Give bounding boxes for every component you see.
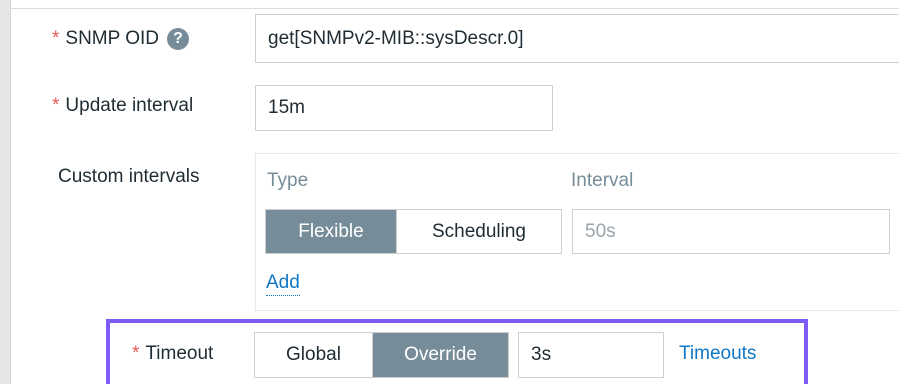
snmp-oid-label-text: SNMP OID bbox=[65, 28, 160, 49]
global-option[interactable]: Global bbox=[255, 333, 373, 377]
required-mark: * bbox=[52, 28, 60, 49]
timeout-mode-toggle: Global Override bbox=[254, 332, 509, 378]
divider bbox=[10, 8, 899, 9]
add-interval-link[interactable]: Add bbox=[266, 272, 300, 296]
add-interval-link-text[interactable]: Add bbox=[266, 272, 300, 296]
interval-input[interactable]: 50s bbox=[572, 209, 890, 254]
timeout-label: * Timeout bbox=[132, 343, 213, 365]
timeout-input[interactable]: 3s bbox=[518, 332, 664, 378]
custom-intervals-label: Custom intervals bbox=[58, 166, 200, 187]
scheduling-option[interactable]: Scheduling bbox=[397, 210, 561, 253]
required-mark: * bbox=[132, 343, 140, 364]
snmp-oid-label: * SNMP OID? bbox=[52, 28, 190, 50]
override-option[interactable]: Override bbox=[373, 333, 508, 377]
update-interval-label-text: Update interval bbox=[65, 95, 194, 116]
snmp-oid-input[interactable]: get[SNMPv2-MIB::sysDescr.0] bbox=[255, 14, 899, 63]
column-header-type: Type bbox=[267, 170, 309, 191]
required-mark: * bbox=[52, 95, 60, 116]
help-icon[interactable]: ? bbox=[167, 28, 190, 50]
flexible-option[interactable]: Flexible bbox=[266, 210, 397, 253]
column-header-interval: Interval bbox=[571, 170, 634, 191]
interval-type-toggle: Flexible Scheduling bbox=[265, 209, 562, 254]
update-interval-input[interactable]: 15m bbox=[255, 85, 553, 131]
timeouts-link[interactable]: Timeouts bbox=[679, 343, 756, 365]
timeout-label-text: Timeout bbox=[145, 343, 214, 364]
update-interval-label: * Update interval bbox=[52, 95, 193, 117]
